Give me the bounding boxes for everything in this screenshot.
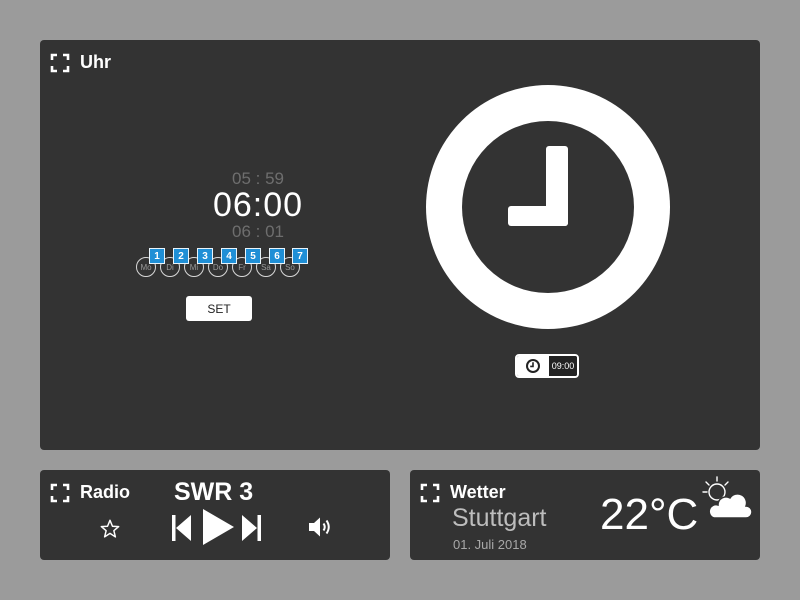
set-button[interactable]: SET: [186, 296, 252, 321]
play-icon[interactable]: [201, 508, 235, 546]
weather-panel: Wetter Stuttgart 01. Juli 2018 22°C: [410, 470, 760, 560]
expand-icon[interactable]: [50, 53, 70, 73]
weather-date: 01. Juli 2018: [453, 537, 527, 552]
alarm-time: 09:00: [549, 356, 577, 376]
alarm-time-selected[interactable]: 06:00: [168, 186, 348, 225]
radio-panel: Radio SWR 3: [40, 470, 390, 560]
clock-panel: Uhr 05 : 59 06:00 06 : 01 Mo Di Mi Do Fr…: [40, 40, 760, 450]
weather-panel-title: Wetter: [450, 482, 506, 502]
volume-icon[interactable]: [308, 516, 334, 538]
skip-previous-icon[interactable]: [172, 514, 192, 542]
alarm-toggle[interactable]: 09:00: [515, 354, 579, 378]
analog-clock-icon: [426, 85, 670, 329]
weekday-badge-4: 4: [221, 248, 237, 264]
partly-cloudy-icon: [702, 476, 752, 519]
weekday-badge-5: 5: [245, 248, 261, 264]
star-icon[interactable]: [99, 518, 121, 540]
weekday-badge-7: 7: [292, 248, 308, 264]
clock-icon: [526, 359, 540, 373]
weekday-badge-2: 2: [173, 248, 189, 264]
weather-temperature: 22°C: [600, 490, 699, 539]
weather-city: Stuttgart: [452, 504, 547, 532]
expand-icon[interactable]: [420, 483, 440, 503]
clock-panel-header: Uhr: [50, 52, 111, 73]
skip-next-icon[interactable]: [241, 514, 261, 542]
radio-panel-header: Radio: [50, 482, 130, 503]
station-name: SWR 3: [174, 478, 254, 506]
radio-panel-title: Radio: [80, 482, 131, 502]
alarm-clock-icon-box: [517, 356, 549, 376]
clock-panel-title: Uhr: [80, 52, 111, 72]
expand-icon[interactable]: [50, 483, 70, 503]
weekday-badge-1: 1: [149, 248, 165, 264]
weekday-badge-6: 6: [269, 248, 285, 264]
weather-panel-header: Wetter: [420, 482, 506, 503]
weekday-badge-3: 3: [197, 248, 213, 264]
alarm-time-next[interactable]: 06 : 01: [198, 222, 318, 242]
